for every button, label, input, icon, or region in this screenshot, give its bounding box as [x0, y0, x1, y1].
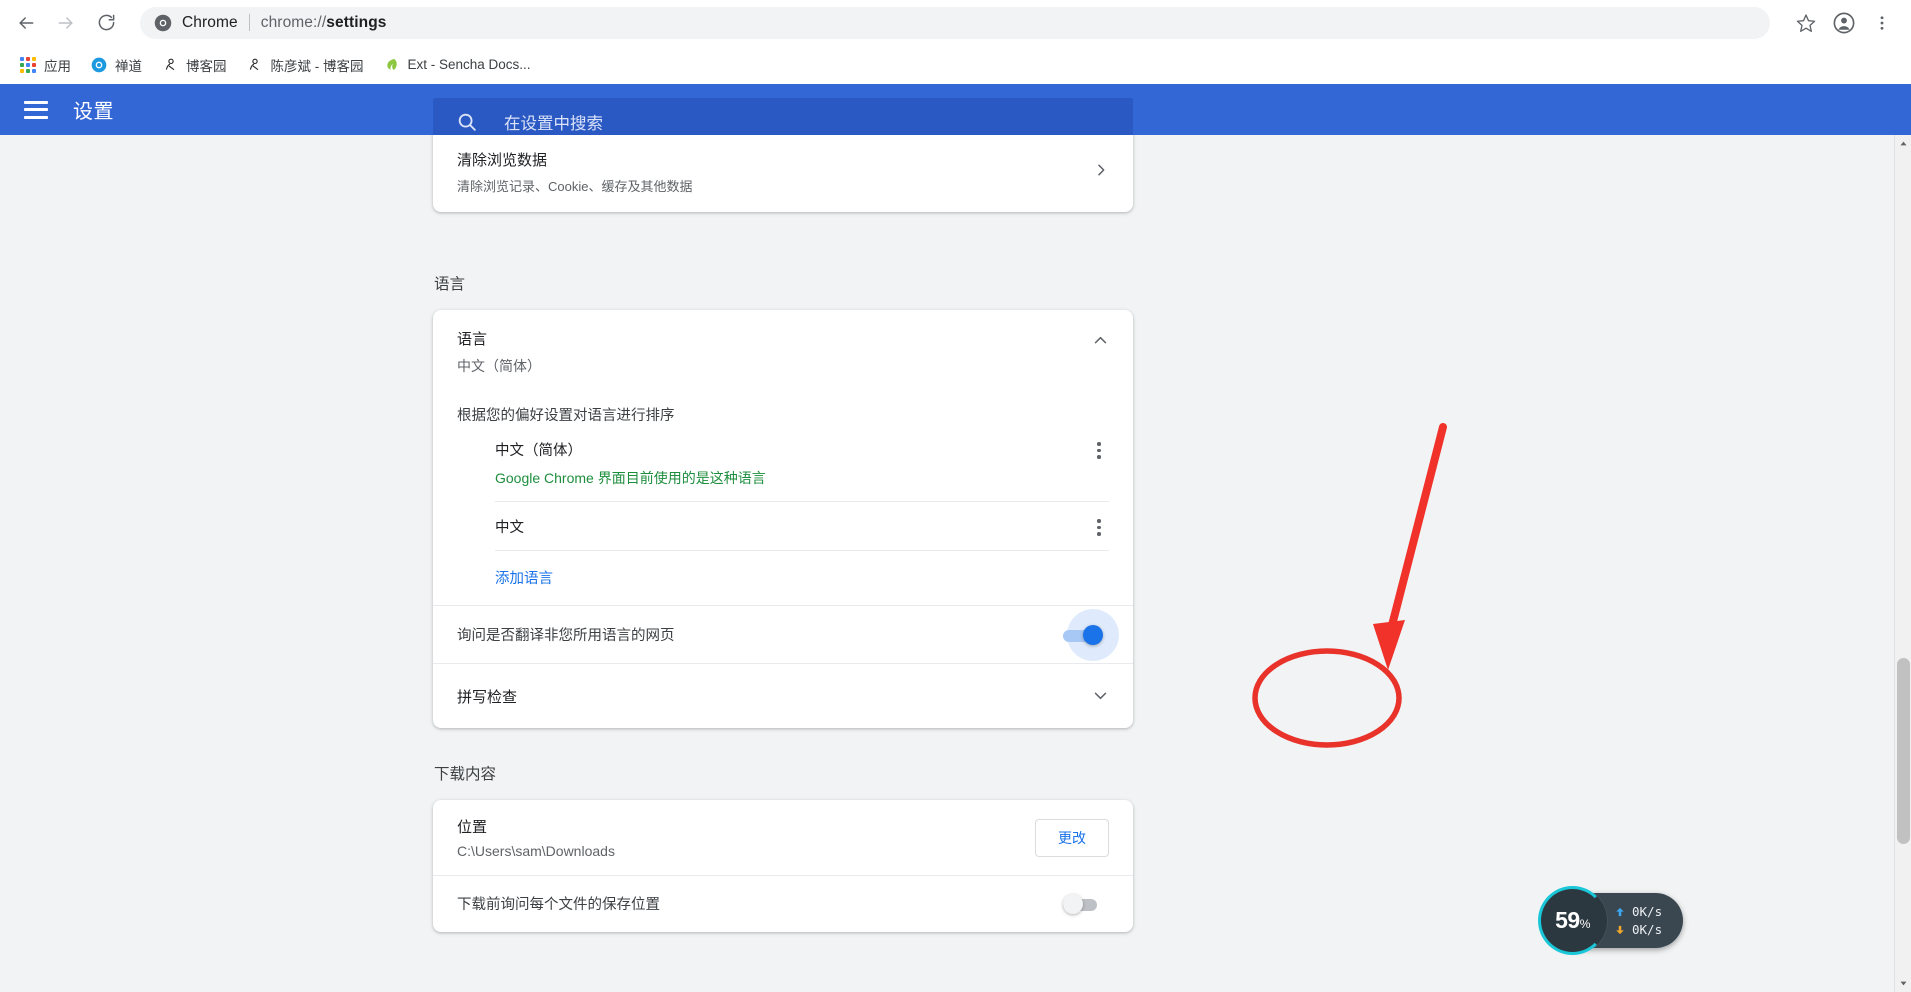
- sencha-icon: [383, 56, 400, 73]
- chevron-right-icon: [1093, 162, 1109, 183]
- spellcheck-row[interactable]: 拼写检查: [433, 663, 1133, 728]
- language-name: 中文（简体）: [495, 443, 582, 459]
- forward-button[interactable]: [46, 3, 86, 43]
- omnibox-site-name: Chrome: [182, 13, 238, 31]
- translate-toggle[interactable]: [1063, 608, 1119, 661]
- cpu-usage-ring: 59%: [1538, 886, 1607, 955]
- cnblogs-icon: [246, 56, 263, 73]
- arrow-up-icon: [1616, 907, 1624, 916]
- language-card-value: 中文（简体）: [457, 358, 541, 374]
- arrow-left-icon: [19, 16, 34, 29]
- ask-where-to-save-row: 下载前询问每个文件的保存位置: [433, 875, 1133, 932]
- download-speed-value: 0K/s: [1632, 922, 1663, 937]
- download-speed-line: 0K/s: [1615, 922, 1662, 937]
- language-current-note: Google Chrome 界面目前使用的是这种语言: [495, 470, 766, 486]
- spellcheck-label: 拼写检查: [457, 688, 518, 706]
- bookmark-zentao[interactable]: 禅道: [81, 51, 151, 79]
- language-list-item[interactable]: 中文: [495, 502, 1109, 551]
- cpu-usage-percent: 59%: [1555, 907, 1590, 933]
- zentao-icon: [90, 56, 107, 73]
- speed-readouts: 0K/s 0K/s: [1615, 904, 1662, 937]
- bookmarks-bar: 应用 禅道 博客园 陈彦斌 - 博客园 Ext - Sencha Docs...: [0, 45, 1911, 84]
- network-speed-widget[interactable]: 59% 0K/s 0K/s: [1538, 886, 1683, 955]
- search-icon: [458, 113, 476, 131]
- scroll-down-icon[interactable]: [1895, 975, 1911, 992]
- downloads-section-heading: 下载内容: [434, 766, 497, 783]
- bookmark-sencha-docs[interactable]: Ext - Sencha Docs...: [374, 51, 540, 79]
- downloads-card: 位置 C:\Users\sam\Downloads 更改 下载前询问每个文件的保…: [433, 800, 1133, 932]
- page-title: 设置: [73, 101, 114, 123]
- bookmark-label: 禅道: [115, 58, 142, 74]
- chevron-up-icon[interactable]: [1092, 328, 1109, 354]
- ask-where-to-save-label: 下载前询问每个文件的保存位置: [457, 897, 660, 913]
- bookmark-cnblogs[interactable]: 博客园: [152, 51, 236, 79]
- reload-button[interactable]: [86, 3, 126, 43]
- scrollbar-thumb[interactable]: [1897, 658, 1910, 844]
- address-bar[interactable]: Chrome chrome://settings: [140, 6, 1770, 39]
- browser-toolbar-actions: [1787, 4, 1911, 42]
- download-location-title: 位置: [457, 819, 488, 836]
- clear-browsing-data-row[interactable]: 清除浏览数据 清除浏览记录、Cookie、缓存及其他数据: [433, 135, 1133, 212]
- back-button[interactable]: [6, 3, 46, 43]
- language-list-item[interactable]: 中文（简体） Google Chrome 界面目前使用的是这种语言: [495, 425, 1109, 502]
- more-vertical-icon[interactable]: [1089, 516, 1109, 536]
- bookmark-label: 陈彦斌 - 博客园: [270, 58, 364, 74]
- language-card-title: 语言: [457, 331, 488, 348]
- settings-search-placeholder: 在设置中搜索: [504, 115, 603, 133]
- bookmark-label: 应用: [44, 58, 71, 74]
- download-location-path: C:\Users\sam\Downloads: [457, 843, 615, 859]
- ask-where-to-save-toggle[interactable]: [1063, 893, 1109, 914]
- chevron-down-icon[interactable]: [1092, 683, 1109, 709]
- bookmark-star-icon: [1796, 13, 1816, 32]
- bookmark-apps[interactable]: 应用: [10, 51, 80, 79]
- settings-sections: 语言 语言 中文（简体） 根据您的偏好设置对语言进行排序 中文（简体） Goog…: [433, 238, 1133, 932]
- settings-content-area: 控制历史记录、Cookie、缓存及其他数据的内容 清除浏览数据 清除浏览记录、C…: [0, 135, 1911, 992]
- omnibox-separator: [248, 14, 250, 31]
- language-name: 中文: [495, 520, 524, 536]
- privacy-card: 控制历史记录、Cookie、缓存及其他数据的内容 清除浏览数据 清除浏览记录、C…: [433, 135, 1133, 212]
- clear-browsing-data-subtitle: 清除浏览记录、Cookie、缓存及其他数据: [457, 179, 693, 194]
- language-card: 语言 中文（简体） 根据您的偏好设置对语言进行排序 中文（简体） Google …: [433, 310, 1133, 728]
- translate-prompt-row: 询问是否翻译非您所用语言的网页: [433, 605, 1133, 663]
- language-list: 中文（简体） Google Chrome 界面目前使用的是这种语言 中文 添加语…: [495, 425, 1109, 605]
- upload-speed-value: 0K/s: [1632, 904, 1663, 919]
- navigation-toolbar: Chrome chrome://settings: [0, 0, 1911, 45]
- bookmark-star-button[interactable]: [1787, 4, 1825, 42]
- download-location-row: 位置 C:\Users\sam\Downloads 更改: [433, 800, 1133, 875]
- upload-speed-line: 0K/s: [1615, 904, 1662, 919]
- bookmark-label: 博客园: [186, 58, 227, 74]
- language-list-heading: 根据您的偏好设置对语言进行排序: [457, 408, 675, 424]
- change-download-location-button[interactable]: 更改: [1035, 818, 1109, 857]
- arrow-down-icon: [1616, 925, 1624, 934]
- language-section-heading: 语言: [434, 276, 466, 293]
- toggle-knob: [1063, 893, 1083, 914]
- omnibox-url: chrome://settings: [260, 13, 387, 31]
- bookmark-label: Ext - Sencha Docs...: [407, 57, 531, 72]
- translate-prompt-label: 询问是否翻译非您所用语言的网页: [457, 628, 675, 644]
- apps-grid-icon: [19, 56, 36, 73]
- add-language-link[interactable]: 添加语言: [495, 551, 1109, 605]
- chrome-menu-button[interactable]: [1863, 4, 1901, 42]
- vertical-scrollbar[interactable]: [1894, 135, 1911, 992]
- scroll-up-icon[interactable]: [1895, 135, 1911, 152]
- hamburger-menu-icon[interactable]: [24, 100, 48, 119]
- browser-chrome: Chrome chrome://settings 应用 禅道 博客园 陈彦斌 -…: [0, 0, 1911, 84]
- arrow-right-icon: [58, 16, 73, 29]
- cnblogs-icon: [161, 56, 178, 73]
- profile-avatar-icon: [1833, 12, 1855, 33]
- reload-icon: [98, 14, 114, 31]
- chrome-menu-icon: [1880, 15, 1884, 30]
- toggle-knob: [1083, 624, 1103, 645]
- clear-browsing-data-title: 清除浏览数据: [457, 152, 548, 169]
- more-vertical-icon[interactable]: [1089, 439, 1109, 459]
- bookmark-chenyanbin-cnblogs[interactable]: 陈彦斌 - 博客园: [237, 51, 373, 79]
- chrome-icon: [154, 14, 172, 31]
- profile-button[interactable]: [1825, 4, 1863, 42]
- language-card-header[interactable]: 语言 中文（简体）: [433, 310, 1133, 392]
